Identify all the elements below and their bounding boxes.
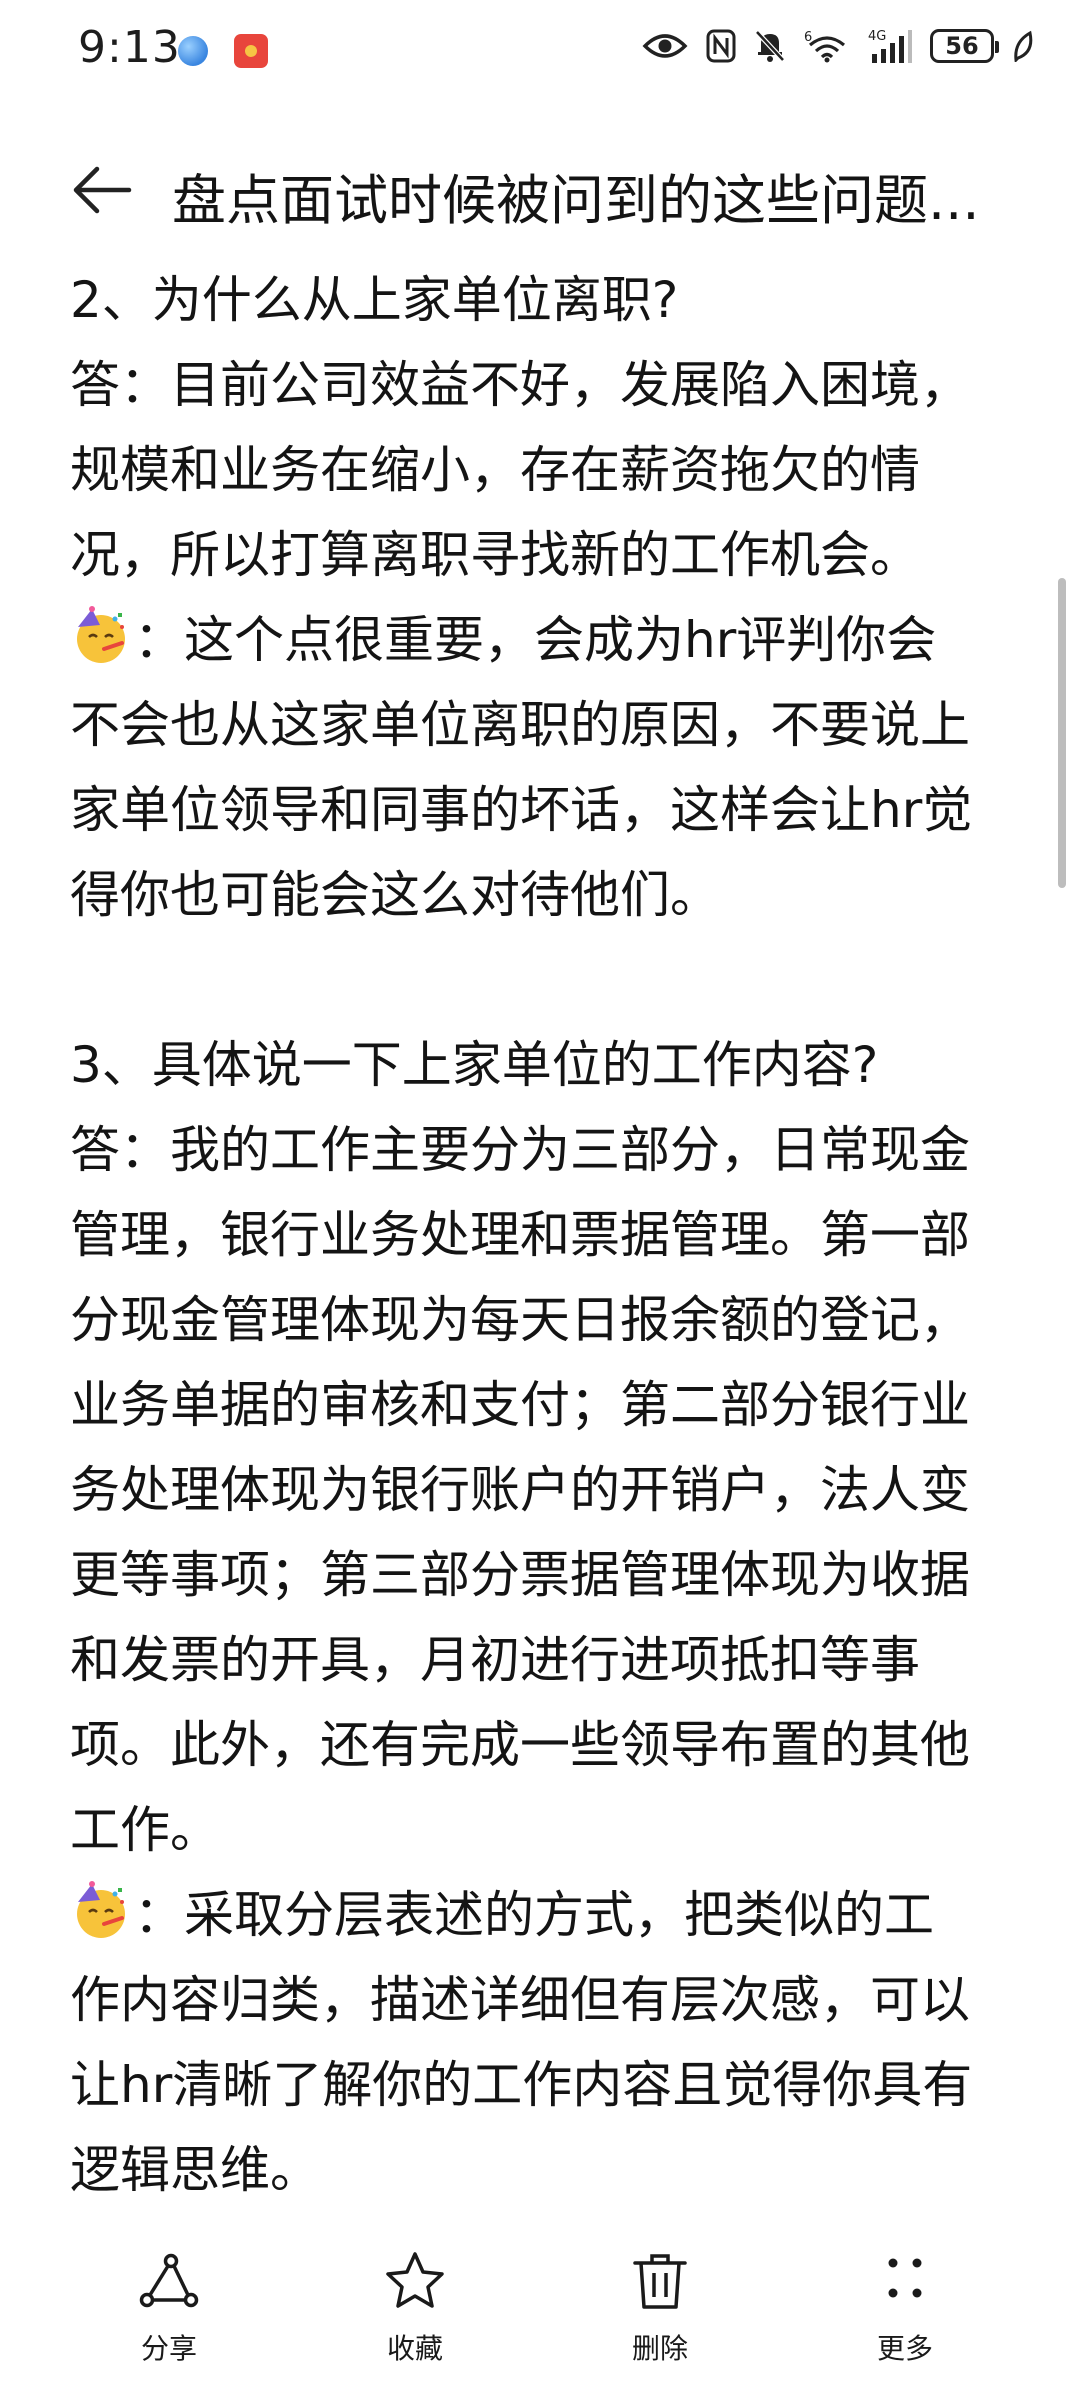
text-line: 更等事项；第三部分票据管理体现为收据 (70, 1533, 1030, 1618)
text-line-content: 和发票的开具，月初进行进项抵扣等事 (70, 1631, 920, 1689)
status-time: 9:13 (78, 22, 181, 73)
status-notification-icons (178, 34, 268, 68)
text-line: 务处理体现为银行账户的开销户，法人变 (70, 1448, 1030, 1533)
share-button[interactable]: 分享 (94, 2249, 244, 2367)
battery-indicator: 56 (930, 29, 999, 63)
status-system-icons: 6 4G 56 (642, 28, 1034, 64)
more-dots-icon (888, 2258, 922, 2298)
text-line-content: ：采取分层表述的方式，把类似的工 (134, 1886, 934, 1944)
text-line: 得你也可能会这么对待他们。 (70, 853, 1030, 938)
text-line: 业务单据的审核和支付；第二部分银行业 (70, 1363, 1030, 1448)
article-body: 2、为什么从上家单位离职? 答：目前公司效益不好，发展陷入困境， 规模和业务在缩小，… (70, 258, 1030, 2213)
text-line: 让hr清晰了解你的工作内容且觉得你具有 (70, 2043, 1030, 2128)
back-button[interactable] (62, 150, 142, 230)
delete-button[interactable]: 删除 (585, 2249, 735, 2367)
text-line-content: 得你也可能会这么对待他们。 (70, 866, 720, 924)
more-button[interactable]: 更多 (830, 2249, 980, 2367)
text-line: 和发票的开具，月初进行进项抵扣等事 (70, 1618, 1030, 1703)
text-line: 工作。 (70, 1788, 1030, 1873)
text-line: 规模和业务在缩小，存在薪资拖欠的情 (70, 428, 1030, 513)
share-label: 分享 (140, 2332, 197, 2365)
text-line-content: 项。此外，还有完成一些领导布置的其他 (70, 1716, 970, 1774)
text-line: 分现金管理体现为每天日报余额的登记， (70, 1278, 1030, 1363)
star-icon (386, 2252, 444, 2308)
browser-notification-icon (178, 36, 208, 66)
network-type-label: 4G (868, 29, 886, 44)
text-line-content: 让hr清晰了解你的工作内容且觉得你具有 (70, 2056, 973, 2114)
page-title: 盘点面试时候被问到的这些问题... (172, 169, 980, 232)
text-line: 管理，银行业务处理和票据管理。第一部 (70, 1193, 1030, 1278)
text-line-content: 业务单据的审核和支付；第二部分银行业 (70, 1376, 970, 1434)
mute-bell-icon (754, 29, 786, 63)
text-line: 况，所以打算离职寻找新的工作机会。 (70, 513, 1030, 598)
share-icon (139, 2253, 199, 2308)
text-line: ：采取分层表述的方式，把类似的工 (70, 1873, 1030, 1958)
text-line: 3、具体说一下上家单位的工作内容? (70, 1023, 1030, 1108)
arrow-left-icon (73, 166, 132, 214)
text-line: 答：目前公司效益不好，发展陷入困境， (70, 343, 1030, 428)
text-line-content: 况，所以打算离职寻找新的工作机会。 (70, 526, 920, 584)
status-bar: 9:13 6 4G 56 (0, 0, 1080, 110)
cellular-signal-icon: 4G (868, 28, 912, 64)
text-line-content: 家单位领导和同事的坏话，这样会让hr觉 (70, 781, 973, 839)
text-line-content: 作内容归类，描述详细但有层次感，可以 (70, 1971, 970, 2029)
text-line-content: 管理，银行业务处理和票据管理。第一部 (70, 1206, 970, 1264)
text-line-content: 更等事项；第三部分票据管理体现为收据 (70, 1546, 970, 1604)
text-line-content: 规模和业务在缩小，存在薪资拖欠的情 (70, 441, 920, 499)
delete-label: 删除 (631, 2332, 688, 2365)
nfc-icon (706, 29, 736, 63)
text-line: 逻辑思维。 (70, 2128, 1030, 2213)
text-line: 答：我的工作主要分为三部分，日常现金 (70, 1108, 1030, 1193)
scrollbar[interactable] (1058, 578, 1066, 888)
text-line: 不会也从这家单位离职的原因，不要说上 (70, 683, 1030, 768)
text-line-content: 务处理体现为银行账户的开销户，法人变 (70, 1461, 970, 1519)
leaf-icon (1012, 30, 1034, 62)
text-line-content: 2、为什么从上家单位离职? (70, 271, 679, 329)
text-line-content: 不会也从这家单位离职的原因，不要说上 (70, 696, 970, 754)
eye-icon (642, 31, 688, 61)
more-label: 更多 (876, 2332, 933, 2365)
text-line-content: 逻辑思维。 (70, 2141, 320, 2199)
text-line-content: 分现金管理体现为每天日报余额的登记， (70, 1291, 970, 1349)
text-line: 作内容归类，描述详细但有层次感，可以 (70, 1958, 1030, 2043)
text-line: ：这个点很重要，会成为hr评判你会 (70, 598, 1030, 683)
trash-icon (633, 2254, 687, 2309)
text-line: 家单位领导和同事的坏话，这样会让hr觉 (70, 768, 1030, 853)
favorite-label: 收藏 (386, 2332, 443, 2365)
party-face-emoji (70, 1880, 132, 1942)
wifi-icon: 6 (804, 29, 850, 63)
text-line: 2、为什么从上家单位离职? (70, 258, 1030, 343)
red-packet-notification-icon (234, 34, 268, 68)
bottom-toolbar: 分享 收藏 删除 更多 (0, 2225, 1080, 2390)
party-face-emoji (70, 605, 132, 667)
text-line-content: 答：我的工作主要分为三部分，日常现金 (70, 1121, 970, 1179)
text-line: 项。此外，还有完成一些领导布置的其他 (70, 1703, 1030, 1788)
text-line-content: 答：目前公司效益不好，发展陷入困境， (70, 356, 970, 414)
text-line-content: 3、具体说一下上家单位的工作内容? (70, 1036, 879, 1094)
text-line-content: 工作。 (70, 1801, 220, 1859)
header: 盘点面试时候被问到的这些问题... (0, 110, 1080, 260)
favorite-button[interactable]: 收藏 (340, 2249, 490, 2367)
text-line-content: ：这个点很重要，会成为hr评判你会 (134, 611, 937, 669)
